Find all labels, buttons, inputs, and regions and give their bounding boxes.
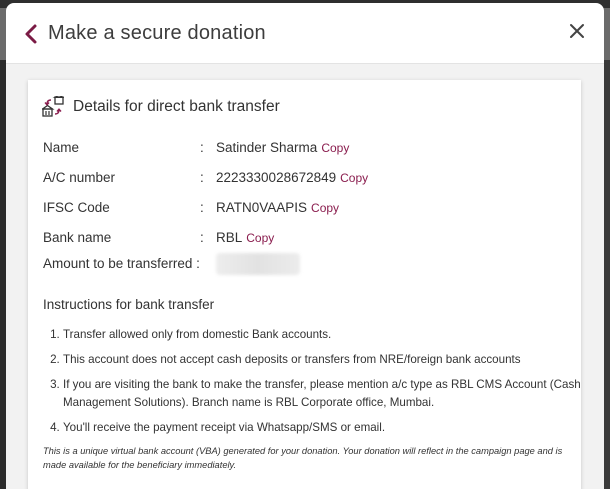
amount-label: Amount to be transferred : [43,256,200,271]
instructions-title: Instructions for bank transfer [43,297,215,312]
field-colon: : [200,140,204,155]
back-button[interactable] [22,23,42,45]
field-value-wrapper: RATN0VAAPIS Copy [216,200,339,215]
instructions-list: Transfer allowed only from domestic Bank… [43,326,583,444]
amount-value-redacted [216,253,300,275]
close-icon [570,24,584,38]
field-label: IFSC Code [43,200,110,215]
copy-bank-name-button[interactable]: Copy [246,231,274,245]
field-value: Satinder Sharma [216,140,318,155]
list-item: Transfer allowed only from domestic Bank… [63,326,583,344]
chevron-left-icon [25,24,37,44]
vba-note: This is a unique virtual bank account (V… [43,446,563,470]
field-value: 2223330028672849 [216,170,337,185]
close-button[interactable] [566,20,588,42]
field-colon: : [200,170,204,185]
card-title: Details for direct bank transfer [73,98,280,115]
list-item: This account does not accept cash deposi… [63,351,583,369]
field-value-wrapper: 2223330028672849 Copy [216,170,368,185]
bank-transfer-icon [42,96,64,117]
field-value: RATN0VAAPIS [216,200,308,215]
copy-name-button[interactable]: Copy [321,141,349,155]
copy-account-number-button[interactable]: Copy [340,171,368,185]
list-item: If you are visiting the bank to make the… [63,376,583,412]
modal-title: Make a secure donation [48,22,266,44]
copy-ifsc-button[interactable]: Copy [311,201,339,215]
field-label: Bank name [43,230,112,245]
field-value-wrapper: Satinder Sharma Copy [216,140,349,155]
field-colon: : [200,200,204,215]
field-colon: : [200,230,204,245]
field-label: Name [43,140,80,155]
field-label: A/C number [43,170,116,185]
field-value: RBL [216,230,243,245]
donation-modal: Make a secure donation Details for direc… [6,3,604,489]
field-value-wrapper: RBL Copy [216,230,274,245]
list-item: You'll receive the payment receipt via W… [63,419,583,437]
modal-body: Details for direct bank transfer Name : … [6,64,604,489]
amount-row: Amount to be transferred : [43,253,300,275]
modal-header: Make a secure donation [6,3,604,64]
bank-details-card: Details for direct bank transfer Name : … [28,80,581,489]
